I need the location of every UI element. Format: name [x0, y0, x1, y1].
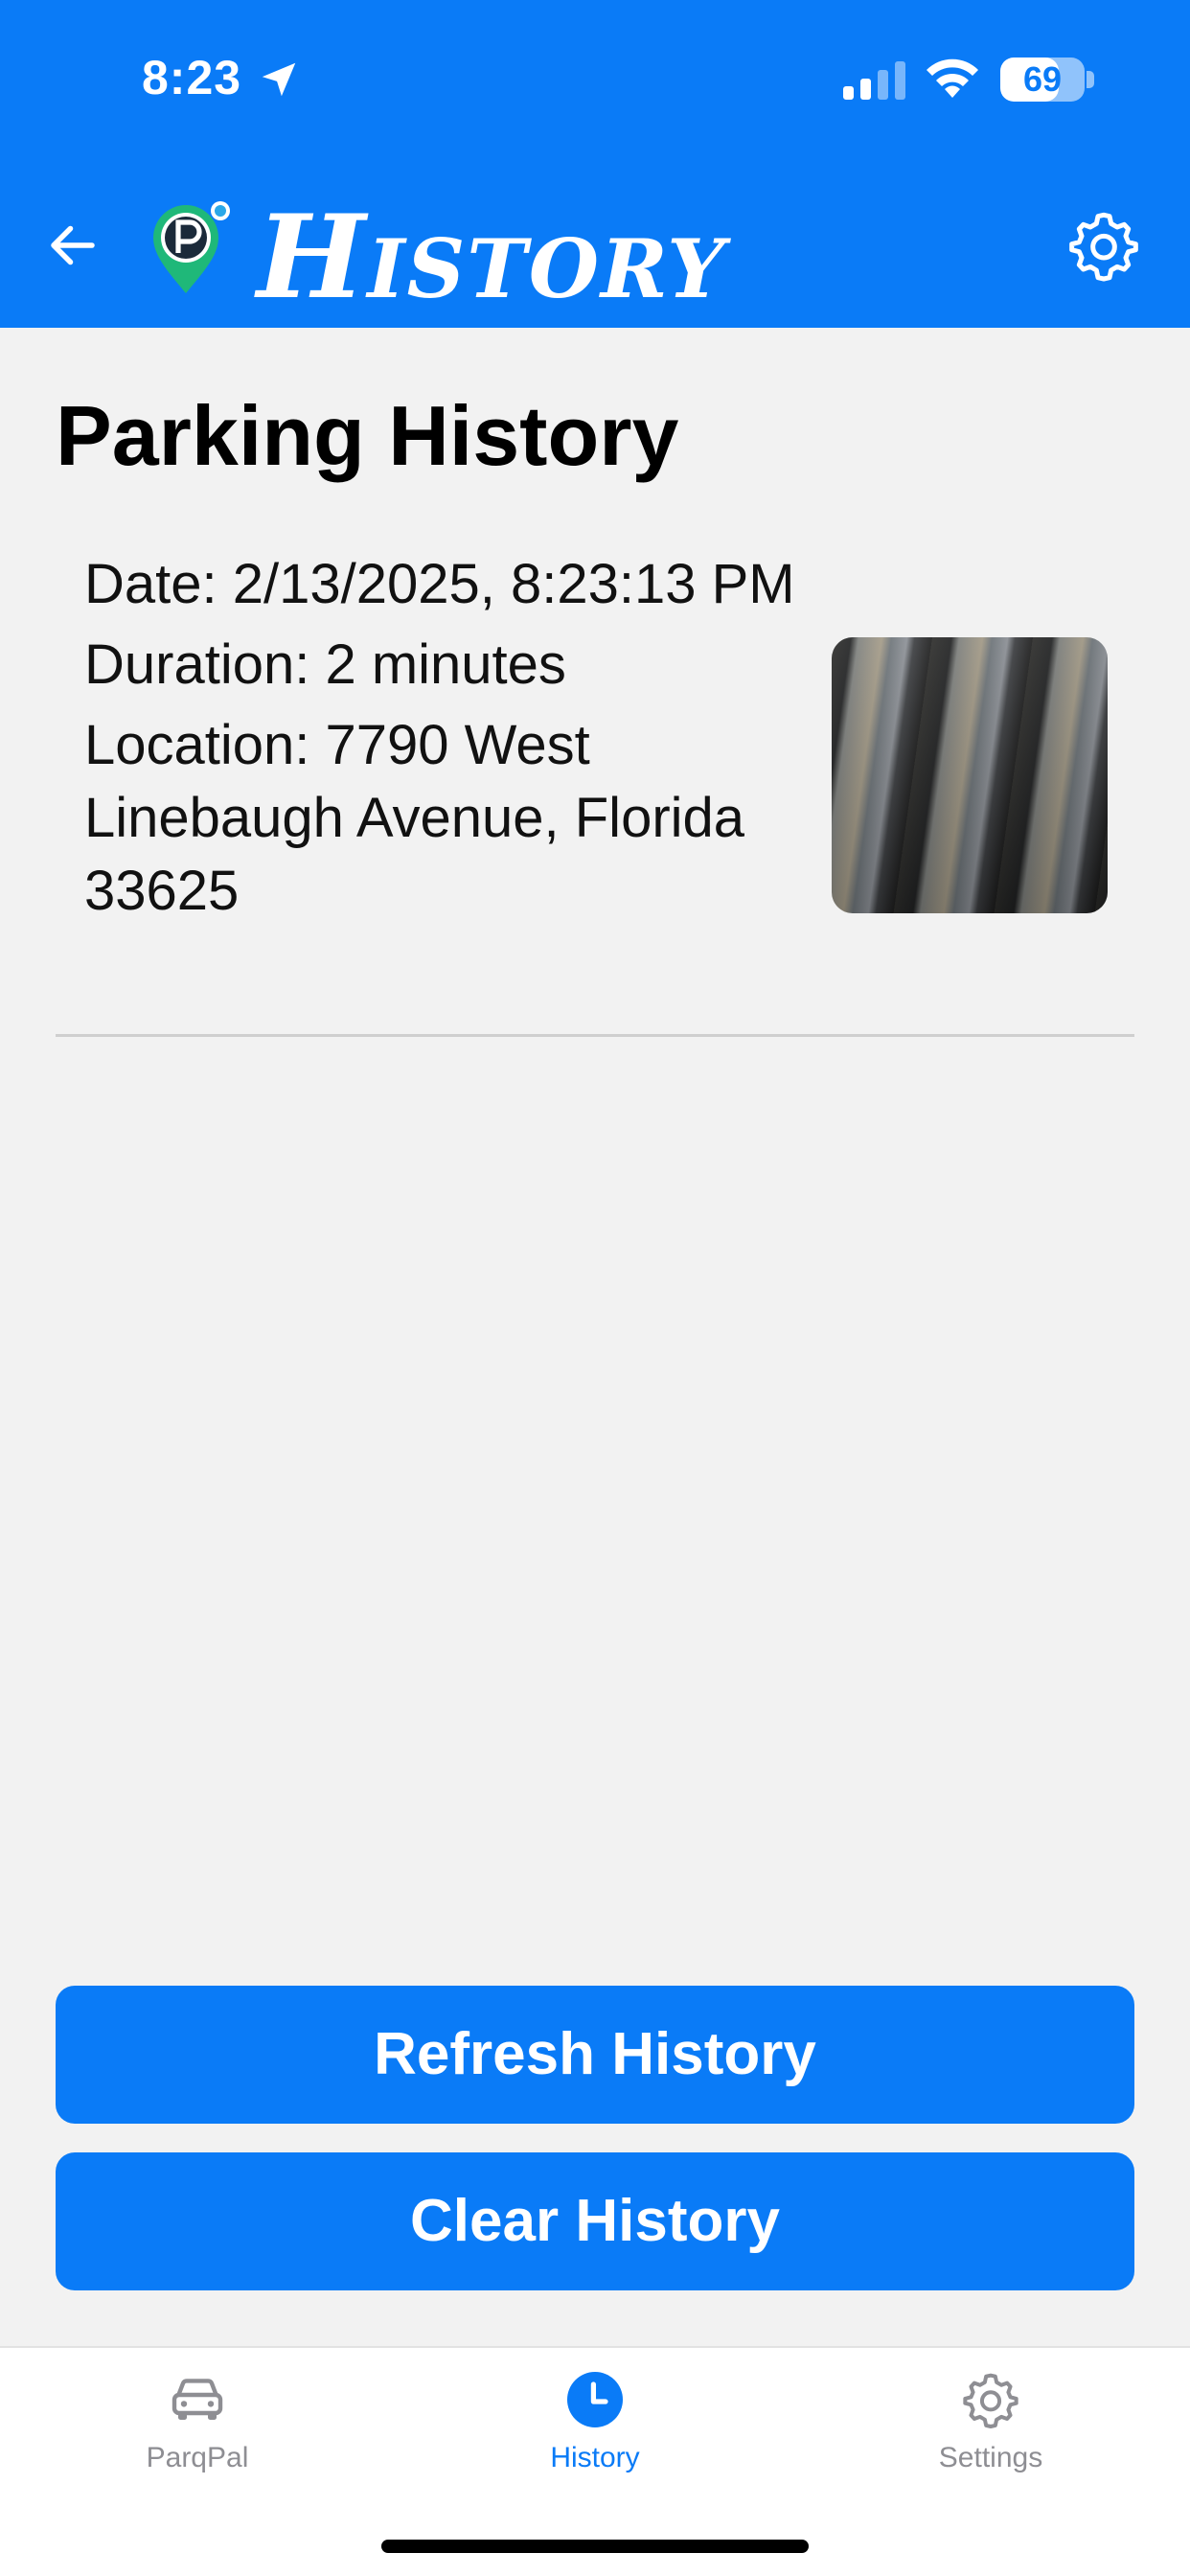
history-date: Date: 2/13/2025, 8:23:13 PM — [84, 553, 795, 615]
parking-photo-thumbnail[interactable] — [832, 637, 1108, 913]
status-time: 8:23 — [142, 51, 242, 104]
cellular-signal-icon — [843, 61, 905, 100]
back-button[interactable] — [38, 211, 107, 280]
battery-nub — [1087, 71, 1094, 88]
header-title: History — [257, 190, 727, 325]
clock-icon — [567, 2372, 623, 2427]
history-item-details: Date: 2/13/2025, 8:23:13 PM Duration: 2 … — [84, 548, 851, 935]
page-title: Parking History — [56, 388, 679, 483]
battery-indicator: 69 — [1000, 58, 1085, 102]
history-divider — [56, 1034, 1134, 1037]
tab-settings[interactable]: Settings — [847, 2348, 1134, 2511]
wifi-icon — [927, 58, 978, 98]
history-duration: Duration: 2 minutes — [84, 633, 566, 696]
gear-icon — [1069, 212, 1138, 282]
settings-header-button[interactable] — [1064, 205, 1144, 286]
history-list-item[interactable]: Date: 2/13/2025, 8:23:13 PM Duration: 2 … — [56, 537, 1134, 1035]
battery-percent: 69 — [1022, 59, 1063, 99]
tab-settings-label: Settings — [938, 2442, 1043, 2473]
tab-parqpal-label: ParqPal — [146, 2442, 249, 2473]
home-indicator — [381, 2540, 809, 2553]
arrow-left-icon — [51, 225, 95, 265]
clear-history-button[interactable]: Clear History — [56, 2152, 1134, 2290]
tab-parqpal[interactable]: ParqPal — [54, 2348, 341, 2511]
tab-history-label: History — [550, 2442, 640, 2473]
top-bar: 8:23 69 History — [0, 0, 1190, 328]
car-icon — [172, 2379, 223, 2420]
location-arrow-icon — [262, 62, 296, 97]
parking-pin-logo-icon — [153, 201, 230, 293]
tab-history[interactable]: History — [451, 2348, 739, 2511]
history-location: Location: 7790 West Linebaugh Avenue, Fl… — [84, 714, 745, 922]
history-screen: 8:23 69 History Parking History Date: 2/… — [0, 0, 1190, 2576]
refresh-history-button[interactable]: Refresh History — [56, 1986, 1134, 2124]
gear-icon — [963, 2373, 1018, 2428]
